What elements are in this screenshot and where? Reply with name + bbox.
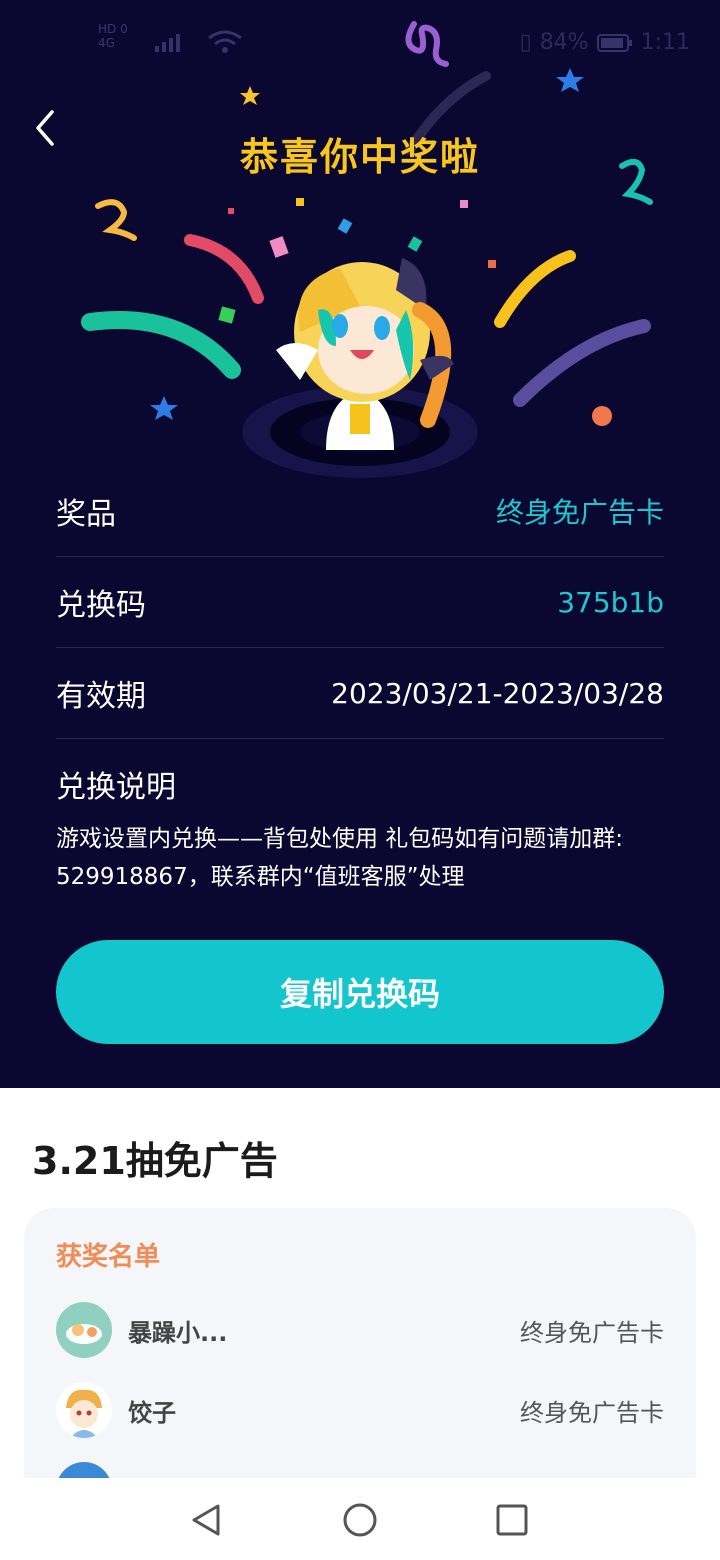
carrier-bottom: 4G <box>98 36 115 50</box>
page-title: 恭喜你中奖啦 <box>239 135 480 179</box>
winner-name: 暴躁小... <box>128 1318 228 1347</box>
avatar <box>56 1302 112 1358</box>
redemption-code[interactable]: 375b1b <box>557 586 664 619</box>
winner-prize: 终身免广告卡 <box>520 1398 664 1427</box>
winner-row[interactable]: 饺子 终身免广告卡 <box>56 1380 664 1440</box>
status-bar: HD 0 4G ▯ 84% 1:11 <box>0 22 720 62</box>
prize-panel: HD 0 4G ▯ 84% 1:11 恭喜你中奖啦 奖品 终身免广告卡 兑换码 … <box>0 0 720 1088</box>
code-row: 兑换码 375b1b <box>56 557 664 648</box>
prize-details: 奖品 终身免广告卡 兑换码 375b1b 有效期 2023/03/21-2023… <box>56 466 664 739</box>
vibrate-icon: ▯ <box>519 30 532 55</box>
notes-line-1: 游戏设置内兑换——背包处使用 礼包码如有问题请加群: <box>56 826 624 852</box>
clock: 1:11 <box>640 30 690 55</box>
nav-back-icon[interactable] <box>186 1498 230 1542</box>
winner-prize: 终身免广告卡 <box>520 1318 664 1347</box>
signal-icon <box>155 34 180 52</box>
notes-body: 游戏设置内兑换——背包处使用 礼包码如有问题请加群: 529918867，联系群… <box>56 820 676 896</box>
winner-name: 饺子 <box>128 1398 176 1427</box>
battery-percent: 84% <box>539 30 589 55</box>
validity-label: 有效期 <box>56 679 146 714</box>
avatar <box>56 1382 112 1438</box>
carrier-top: HD 0 <box>98 22 128 36</box>
winners-card: 获奖名单 暴躁小... 终身免广告卡 饺子 终身免广告卡 <box>24 1208 696 1518</box>
validity-value: 2023/03/21-2023/03/28 <box>331 676 664 710</box>
winner-row[interactable]: 暴躁小... 终身免广告卡 <box>56 1300 664 1360</box>
system-nav-bar <box>0 1478 720 1560</box>
battery-icon <box>596 33 632 52</box>
notes-line-2: 529918867，联系群内“值班客服”处理 <box>56 864 465 890</box>
code-label: 兑换码 <box>56 588 146 623</box>
lottery-title: 3.21抽免广告 <box>32 1139 278 1183</box>
prize-label: 奖品 <box>56 497 116 532</box>
prize-row: 奖品 终身免广告卡 <box>56 466 664 557</box>
nav-recents-icon[interactable] <box>490 1498 534 1542</box>
wifi-icon <box>208 30 242 53</box>
status-right: ▯ 84% 1:11 <box>520 30 690 55</box>
copy-code-button[interactable]: 复制兑换码 <box>56 940 664 1044</box>
nav-home-icon[interactable] <box>338 1498 382 1542</box>
copy-code-label: 复制兑换码 <box>279 975 440 1013</box>
prize-value: 终身免广告卡 <box>495 496 664 529</box>
carrier-info: HD 0 4G <box>98 22 128 50</box>
validity-row: 有效期 2023/03/21-2023/03/28 <box>56 648 664 739</box>
winners-heading: 获奖名单 <box>56 1242 161 1272</box>
notes-title: 兑换说明 <box>56 770 176 805</box>
